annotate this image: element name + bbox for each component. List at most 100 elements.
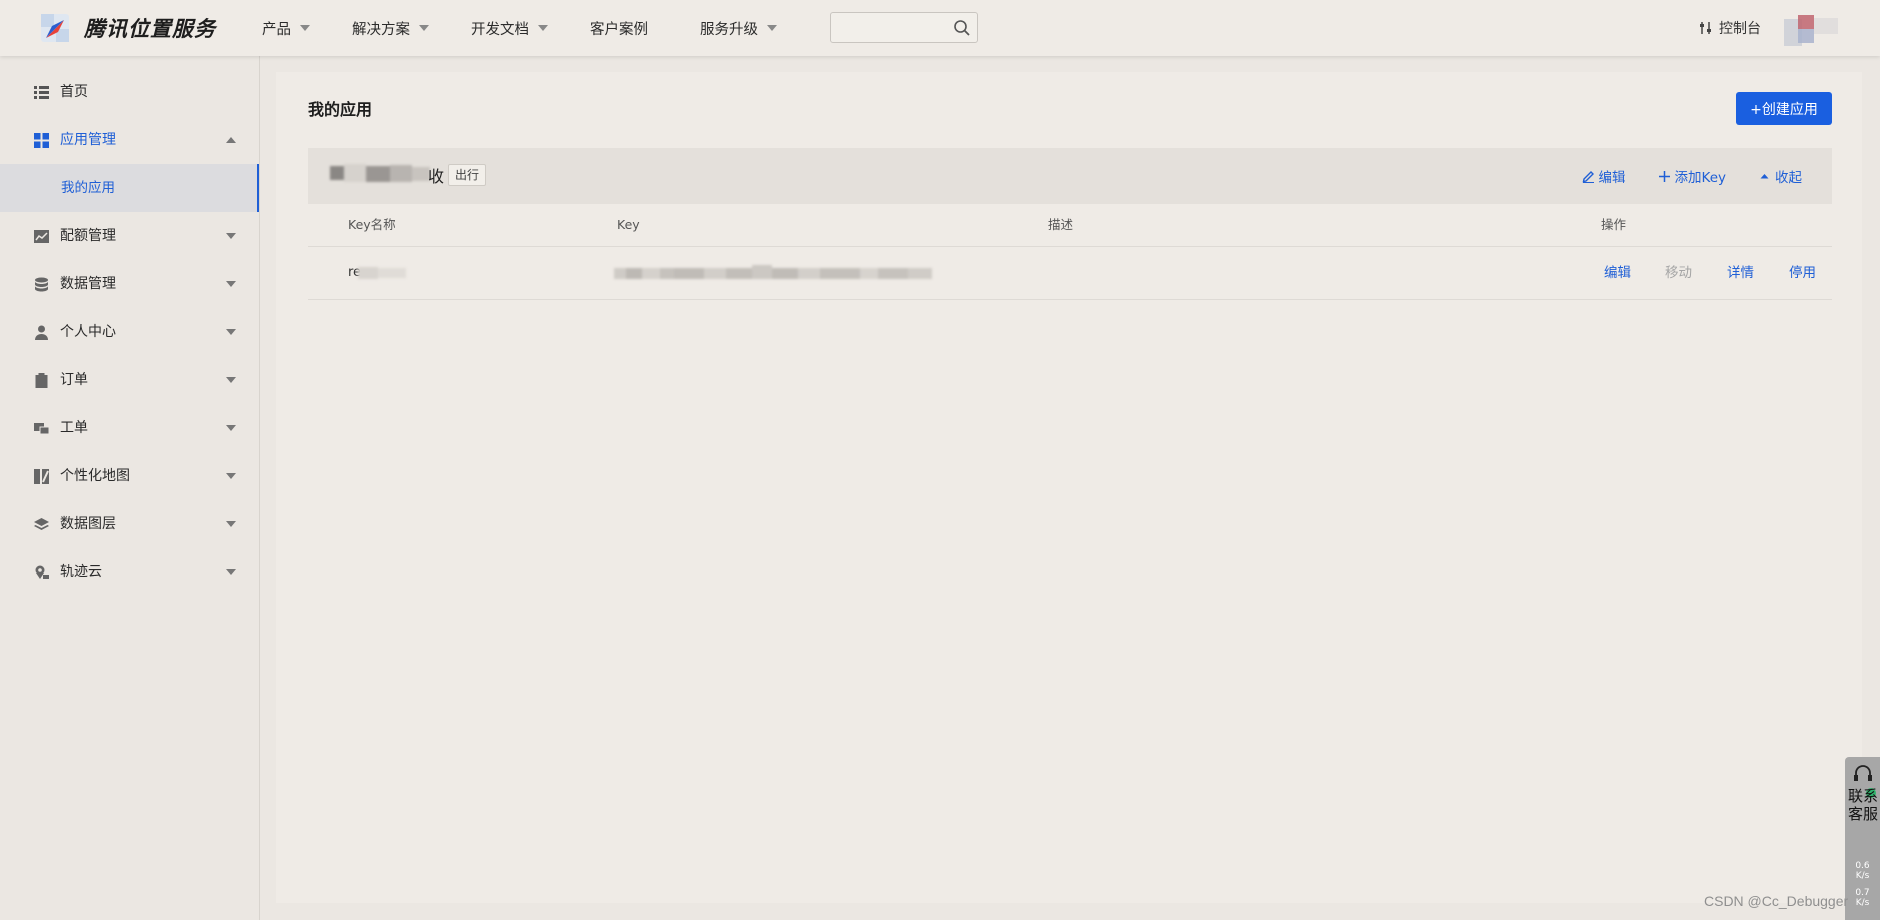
- create-app-label: +创建应用: [1750, 101, 1818, 118]
- add-key-button[interactable]: 添加Key: [1658, 166, 1726, 186]
- nav-label: 开发文档: [471, 21, 529, 38]
- nav-label: 解决方案: [352, 21, 410, 38]
- nav-label: 产品: [262, 21, 291, 38]
- row-disable-link[interactable]: 停用: [1789, 247, 1816, 299]
- app-name: 收: [428, 167, 445, 186]
- column-key: Key: [617, 217, 640, 232]
- brand-name: 腾讯位置服务: [84, 17, 216, 41]
- sidebar-item-data[interactable]: 数据管理: [0, 260, 259, 308]
- download-speed: 0.7: [1845, 888, 1880, 898]
- collapse-label: 收起: [1775, 170, 1802, 186]
- sidebar-item-label: 配额管理: [60, 228, 116, 244]
- sidebar-item-label: 工单: [60, 420, 88, 436]
- sidebar-item-label: 数据图层: [60, 516, 116, 532]
- search-input[interactable]: [837, 17, 951, 39]
- nav-item-cases[interactable]: 客户案例: [590, 18, 648, 39]
- chevron-down-icon: [226, 233, 236, 239]
- upload-speed-unit: K/s: [1845, 871, 1880, 881]
- chevron-down-icon: [226, 473, 236, 479]
- database-icon: [35, 277, 48, 292]
- edit-icon: [1582, 170, 1594, 183]
- row-edit-link[interactable]: 编辑: [1604, 247, 1631, 299]
- chevron-down-icon: [419, 25, 429, 31]
- sidebar-item-tickets[interactable]: 工单: [0, 404, 259, 452]
- sidebar-item-label: 轨迹云: [60, 564, 102, 580]
- caret-up-icon: [1760, 173, 1769, 178]
- sidebar-item-quota[interactable]: 配额管理: [0, 212, 259, 260]
- app-card-header: 收 出行 编辑 添加Key 收起: [308, 148, 1832, 204]
- nav-item-upgrade[interactable]: 服务升级: [700, 18, 777, 39]
- sidebar-item-custom-map[interactable]: 个性化地图: [0, 452, 259, 500]
- row-details-link[interactable]: 详情: [1727, 247, 1754, 299]
- headset-icon: [1854, 765, 1872, 781]
- customer-service-label: 联系客服: [1848, 787, 1879, 823]
- nav-item-products[interactable]: 产品: [262, 18, 310, 39]
- sidebar-item-label: 我的应用: [61, 180, 115, 196]
- chevron-down-icon: [226, 521, 236, 527]
- main-nav: 产品 解决方案 开发文档 客户案例 服务升级: [262, 0, 819, 56]
- grid-icon: [34, 133, 49, 148]
- customer-service-widget[interactable]: 联系客服 0.6 K/s 0.7 K/s: [1845, 757, 1880, 920]
- nav-label: 服务升级: [700, 21, 758, 38]
- add-key-label: 添加Key: [1674, 170, 1726, 186]
- chevron-down-icon: [226, 569, 236, 575]
- chevron-up-icon: [226, 137, 236, 143]
- chevron-down-icon: [300, 25, 310, 31]
- app-actions: 编辑 添加Key 收起: [1582, 148, 1832, 204]
- upload-speed: 0.6: [1845, 861, 1880, 871]
- sidebar-item-label: 应用管理: [60, 132, 116, 148]
- console-label: 控制台: [1719, 21, 1761, 37]
- top-bar: 腾讯位置服务 产品 解决方案 开发文档 客户案例 服务升级 控制台: [0, 0, 1880, 56]
- user-icon: [35, 325, 48, 340]
- location-icon: [35, 565, 49, 579]
- sidebar-item-label: 订单: [60, 372, 88, 388]
- sidebar-item-data-layers[interactable]: 数据图层: [0, 500, 259, 548]
- ticket-icon: [34, 423, 49, 435]
- sidebar-item-label: 数据管理: [60, 276, 116, 292]
- avatar[interactable]: [1784, 13, 1840, 46]
- search-icon[interactable]: [953, 19, 971, 37]
- collapse-button[interactable]: 收起: [1758, 166, 1802, 186]
- download-speed-unit: K/s: [1845, 898, 1880, 908]
- sidebar: 首页 应用管理 我的应用 配额管理 数据管理 个人中心 订单 工单 个性化地图 …: [0, 56, 260, 920]
- sidebar-item-trajectory-cloud[interactable]: 轨迹云: [0, 548, 259, 596]
- edit-label: 编辑: [1598, 170, 1626, 186]
- sidebar-item-app-management[interactable]: 应用管理: [0, 116, 259, 164]
- console-link[interactable]: 控制台: [1698, 18, 1761, 38]
- watermark: CSDN @Cc_Debugger: [1704, 893, 1849, 909]
- main-content: 我的应用 +创建应用 收 出行 编辑 添加Key 收起 Key名称 Key 描述…: [276, 72, 1862, 903]
- sidebar-item-home[interactable]: 首页: [0, 68, 259, 116]
- chevron-down-icon: [226, 425, 236, 431]
- create-app-button[interactable]: +创建应用: [1736, 92, 1832, 125]
- sidebar-item-label: 个人中心: [60, 324, 116, 340]
- edit-app-button[interactable]: 编辑: [1582, 166, 1626, 186]
- column-description: 描述: [1048, 217, 1074, 232]
- table-header: Key名称 Key 描述 操作: [308, 204, 1832, 247]
- search-box: [830, 12, 978, 43]
- table-row: re 编辑 移动 详情 停用: [308, 247, 1832, 300]
- redacted-app-name: [330, 164, 430, 182]
- column-key-name: Key名称: [348, 217, 396, 232]
- sidebar-item-my-apps[interactable]: 我的应用: [0, 164, 259, 212]
- upload-speed-value: 0.6: [1855, 861, 1870, 871]
- download-speed-unit-label: K/s: [1855, 898, 1870, 908]
- row-move-link: 移动: [1665, 265, 1692, 281]
- upload-speed-unit-label: K/s: [1855, 871, 1870, 881]
- map-style-icon: [34, 469, 49, 484]
- chevron-down-icon: [226, 281, 236, 287]
- chevron-down-icon: [226, 329, 236, 335]
- sidebar-item-orders[interactable]: 订单: [0, 356, 259, 404]
- plus-icon: [1658, 170, 1670, 182]
- redacted-key-name: [358, 267, 406, 279]
- sidebar-item-label: 个性化地图: [60, 468, 130, 484]
- nav-item-docs[interactable]: 开发文档: [471, 18, 548, 39]
- brand-logo[interactable]: 腾讯位置服务: [38, 10, 216, 46]
- sidebar-item-label: 首页: [60, 84, 88, 100]
- sidebar-item-profile[interactable]: 个人中心: [0, 308, 259, 356]
- chevron-down-icon: [767, 25, 777, 31]
- chevron-down-icon: [226, 377, 236, 383]
- keys-table: Key名称 Key 描述 操作 re 编辑 移动 详情 停用: [308, 204, 1832, 300]
- nav-item-solutions[interactable]: 解决方案: [352, 18, 429, 39]
- layers-icon: [34, 518, 49, 530]
- column-actions: 操作: [1601, 217, 1627, 232]
